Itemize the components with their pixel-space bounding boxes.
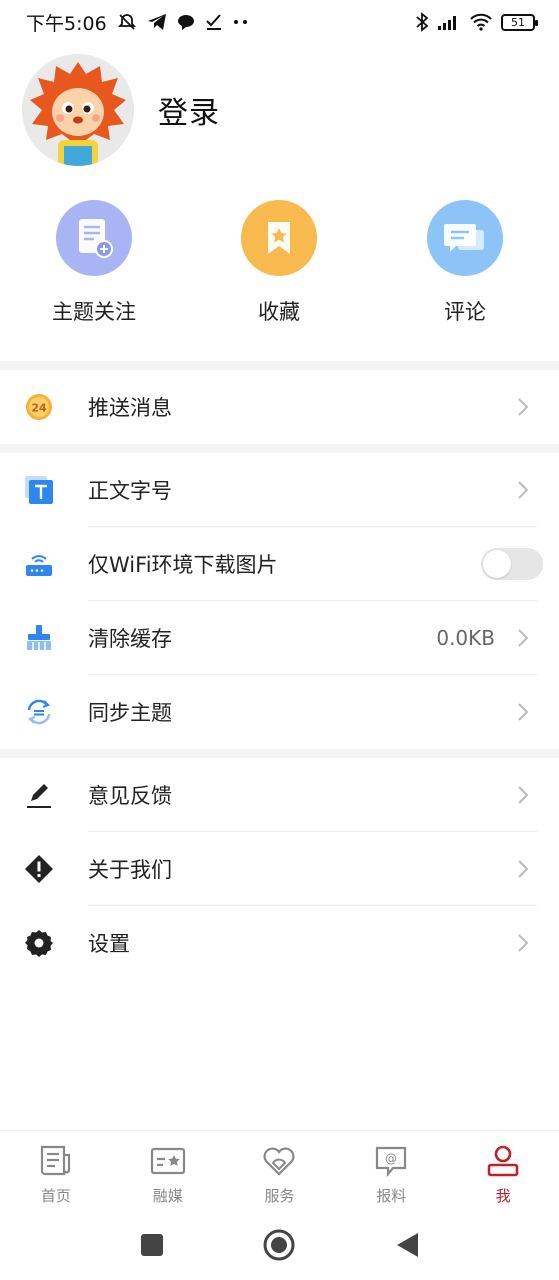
- user-icon: [485, 1143, 521, 1179]
- tab-services[interactable]: 服务: [224, 1131, 336, 1212]
- section-divider: [0, 444, 559, 453]
- tab-label: 融媒: [152, 1187, 183, 1205]
- check-icon: [205, 13, 223, 31]
- bluetooth-icon: [415, 12, 429, 32]
- tab-label: 我: [495, 1187, 511, 1205]
- chevron-right-icon: [518, 481, 529, 499]
- shortcut-label: 主题关注: [52, 300, 136, 324]
- info-diamond-icon: [24, 854, 54, 884]
- sync-icon: [24, 697, 54, 727]
- clear-cache-label: 清除缓存: [88, 627, 172, 651]
- battery-icon: 51: [501, 13, 538, 31]
- chevron-right-icon: [518, 860, 529, 878]
- wifi-icon: [469, 13, 493, 31]
- shortcut-label: 评论: [444, 300, 486, 324]
- router-icon: [24, 549, 54, 579]
- sync-theme-row[interactable]: 同步主题: [0, 675, 559, 749]
- bookmark-shortcut[interactable]: 收藏: [209, 200, 349, 326]
- chevron-right-icon: [518, 934, 529, 952]
- chevron-right-icon: [518, 398, 529, 416]
- settings-row[interactable]: 设置: [0, 906, 559, 980]
- heart-service-icon: [261, 1143, 297, 1179]
- svg-text:24: 24: [31, 402, 47, 415]
- profile-header[interactable]: 登录: [22, 54, 220, 166]
- wifi-only-images-row: 仅WiFi环境下载图片: [0, 527, 559, 601]
- topic-follow-icon: [56, 200, 132, 276]
- push-messages-row[interactable]: 24 推送消息: [0, 370, 559, 444]
- back-button[interactable]: [390, 1228, 424, 1262]
- mute-bell-icon: [117, 12, 137, 32]
- wifi-only-images-label: 仅WiFi环境下载图片: [88, 553, 278, 577]
- feedback-row[interactable]: 意见反馈: [0, 758, 559, 832]
- font-size-label: 正文字号: [88, 479, 172, 503]
- clear-cache-row[interactable]: 清除缓存 0.0KB: [0, 601, 559, 675]
- section-divider: [0, 749, 559, 758]
- shortcut-label: 收藏: [258, 300, 300, 324]
- login-label[interactable]: 登录: [158, 88, 220, 132]
- cache-size-value: 0.0KB: [436, 626, 495, 650]
- comment-shortcut[interactable]: 评论: [395, 200, 535, 326]
- shortcut-grid: 主题关注 收藏 评论: [0, 200, 559, 330]
- chat-icon: [177, 13, 195, 31]
- chevron-right-icon: [518, 629, 529, 647]
- report-at-icon: @: [373, 1143, 409, 1179]
- system-nav-bar: [0, 1212, 559, 1280]
- avatar[interactable]: [22, 54, 134, 166]
- tab-label: 首页: [40, 1187, 71, 1205]
- svg-text:@: @: [385, 1152, 397, 1166]
- font-size-row[interactable]: 正文字号: [0, 453, 559, 527]
- tab-label: 服务: [264, 1187, 295, 1205]
- tab-home[interactable]: 首页: [0, 1131, 112, 1212]
- telegram-icon: [147, 13, 167, 31]
- more-dots-icon: [233, 19, 249, 25]
- media-card-icon: [150, 1143, 186, 1179]
- broom-icon: [24, 623, 54, 653]
- newspaper-icon: [38, 1143, 74, 1179]
- tab-media[interactable]: 融媒: [112, 1131, 224, 1212]
- settings-label: 设置: [88, 932, 130, 956]
- toggle-knob: [483, 550, 511, 578]
- pen-icon: [24, 780, 54, 810]
- recent-apps-button[interactable]: [135, 1228, 169, 1262]
- topic-follow-shortcut[interactable]: 主题关注: [24, 200, 164, 326]
- chevron-right-icon: [518, 703, 529, 721]
- font-t-icon: [24, 475, 54, 505]
- status-bar: 下午5:06 51: [0, 0, 559, 44]
- push-24-icon: 24: [24, 392, 54, 422]
- signal-icon: [437, 13, 461, 31]
- feedback-label: 意见反馈: [88, 784, 172, 808]
- wifi-only-toggle[interactable]: [481, 548, 543, 580]
- tab-me[interactable]: 我: [447, 1131, 559, 1212]
- section-divider: [0, 361, 559, 370]
- status-time: 下午5:06: [26, 12, 107, 35]
- chevron-right-icon: [518, 786, 529, 804]
- tab-label: 报料: [376, 1187, 407, 1205]
- tab-report[interactable]: @ 报料: [335, 1131, 447, 1212]
- about-us-row[interactable]: 关于我们: [0, 832, 559, 906]
- push-messages-label: 推送消息: [88, 396, 172, 420]
- about-us-label: 关于我们: [88, 858, 172, 882]
- sync-theme-label: 同步主题: [88, 701, 172, 725]
- gear-icon: [24, 928, 54, 958]
- home-button[interactable]: [262, 1228, 296, 1262]
- bookmark-icon: [241, 200, 317, 276]
- comment-icon: [427, 200, 503, 276]
- bottom-tab-bar: 首页 融媒 服务 @ 报料 我: [0, 1130, 559, 1212]
